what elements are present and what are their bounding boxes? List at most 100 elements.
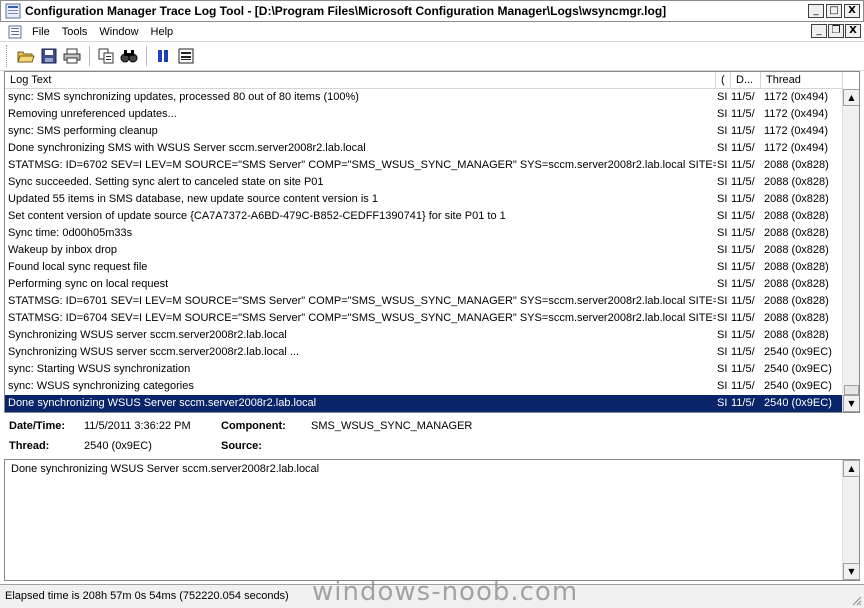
date-cell: 11/5/ <box>731 363 755 375</box>
component-cell: SI <box>717 295 728 307</box>
log-text-cell: sync: SMS performing cleanup <box>8 125 158 137</box>
mdi-restore-button[interactable]: ❐ <box>828 24 844 38</box>
log-row[interactable]: sync: SMS synchronizing updates, process… <box>5 89 843 106</box>
thread-cell: 2540 (0x9EC) <box>764 380 832 392</box>
column-component[interactable]: ( <box>716 72 731 89</box>
mdi-minimize-button[interactable]: _ <box>811 24 827 38</box>
column-thread[interactable]: Thread <box>761 72 843 89</box>
log-row[interactable]: Found local sync request file SI 11/5/2088… <box>5 259 843 276</box>
open-folder-icon <box>17 51 35 63</box>
close-button[interactable]: X <box>844 4 860 18</box>
log-text-cell: Set content version of update source {CA… <box>8 210 506 222</box>
component-cell: SI <box>717 261 728 273</box>
minimize-button[interactable]: _ <box>808 4 824 18</box>
log-text-cell: Performing sync on local request <box>8 278 169 290</box>
menu-tools[interactable]: Tools <box>56 26 94 38</box>
log-text-cell: Updated 55 items in SMS database, new up… <box>8 193 378 205</box>
log-row[interactable]: Updated 55 items in SMS database, new up… <box>5 191 843 208</box>
log-row[interactable]: Set content version of update source {CA… <box>5 208 843 225</box>
menu-help[interactable]: Help <box>145 26 180 38</box>
column-log-text[interactable]: Log Text <box>5 72 716 89</box>
print-button[interactable] <box>61 45 83 67</box>
date-cell: 11/5/ <box>731 329 755 341</box>
log-row-selected[interactable]: Done synchronizing WSUS Server sccm.serv… <box>5 395 843 412</box>
date-cell: 11/5/ <box>731 108 755 120</box>
thread-cell: 2088 (0x828) <box>764 159 829 171</box>
scroll-up-button[interactable]: ▲ <box>843 89 859 106</box>
log-text-cell: Wakeup by inbox drop <box>8 244 118 256</box>
find-button[interactable] <box>118 45 140 67</box>
log-row[interactable]: sync: Starting WSUS synchronization SI 11/… <box>5 361 843 378</box>
message-scroll-down-button[interactable]: ▼ <box>843 563 860 580</box>
component-cell: SI <box>717 278 728 290</box>
log-row[interactable]: Synchronizing WSUS server sccm.server200… <box>5 327 843 344</box>
log-text-cell: Synchronizing WSUS server sccm.server200… <box>8 329 287 341</box>
date-cell: 11/5/ <box>731 397 755 409</box>
datetime-label: Date/Time: <box>9 420 66 432</box>
open-button[interactable] <box>15 45 37 67</box>
message-textbox[interactable]: Done synchronizing WSUS Server sccm.serv… <box>4 459 860 581</box>
date-cell: 11/5/ <box>731 210 755 222</box>
menu-window[interactable]: Window <box>93 26 144 38</box>
log-row[interactable]: sync: WSUS synchronizing categories SI 11/… <box>5 378 843 395</box>
thread-cell: 2540 (0x9EC) <box>764 363 832 375</box>
app-icon <box>5 3 21 19</box>
log-row[interactable]: Removing unreferenced updates... SI 11/5/1… <box>5 106 843 123</box>
resize-grip-icon[interactable] <box>850 594 862 606</box>
log-list[interactable]: Log Text ( D... Thread sync: SMS synchro… <box>4 71 860 413</box>
scroll-thumb[interactable] <box>844 385 859 395</box>
highlight-button[interactable] <box>175 45 197 67</box>
menu-bar: File Tools Window Help _ ❐ X <box>0 22 864 41</box>
scroll-down-button[interactable]: ▼ <box>843 395 859 412</box>
thread-label: Thread: <box>9 440 50 452</box>
save-icon <box>41 48 57 64</box>
component-cell: SI <box>717 108 728 120</box>
component-cell: SI <box>717 193 728 205</box>
component-cell: SI <box>717 142 728 154</box>
log-row[interactable]: Done synchronizing SMS with WSUS Server … <box>5 140 843 157</box>
column-date[interactable]: D... <box>731 72 761 89</box>
log-text-cell: STATMSG: ID=6701 SEV=I LEV=M SOURCE="SMS… <box>8 295 716 307</box>
log-row[interactable]: Sync time: 0d00h05m33s SI 11/5/2088 (0x828… <box>5 225 843 242</box>
watermark: windows-noob.com <box>312 577 579 607</box>
log-scrollbar[interactable]: ▲ ▼ <box>842 89 859 412</box>
thread-cell: 1172 (0x494) <box>764 108 829 120</box>
thread-cell: 2088 (0x828) <box>764 329 829 341</box>
menu-file[interactable]: File <box>26 26 56 38</box>
save-button[interactable] <box>38 45 60 67</box>
date-cell: 11/5/ <box>731 227 755 239</box>
thread-cell: 2088 (0x828) <box>764 244 829 256</box>
component-cell: SI <box>717 176 728 188</box>
highlight-icon <box>178 48 194 64</box>
log-text-cell: sync: WSUS synchronizing categories <box>8 380 194 392</box>
date-cell: 11/5/ <box>731 142 755 154</box>
pause-button[interactable] <box>152 45 174 67</box>
copy-button[interactable] <box>95 45 117 67</box>
maximize-button[interactable]: □ <box>826 4 842 18</box>
date-cell: 11/5/ <box>731 193 755 205</box>
log-row[interactable]: Synchronizing WSUS server sccm.server200… <box>5 344 843 361</box>
thread-value: 2540 (0x9EC) <box>84 440 152 452</box>
mdi-close-button[interactable]: X <box>845 24 861 38</box>
log-row[interactable]: Wakeup by inbox drop SI 11/5/2088 (0x828) <box>5 242 843 259</box>
thread-cell: 1172 (0x494) <box>764 125 829 137</box>
date-cell: 11/5/ <box>731 380 755 392</box>
component-cell: SI <box>717 159 728 171</box>
log-list-body: sync: SMS synchronizing updates, process… <box>5 89 843 412</box>
log-row[interactable]: sync: SMS performing cleanup SI 11/5/1172 … <box>5 123 843 140</box>
log-row[interactable]: STATMSG: ID=6704 SEV=I LEV=M SOURCE="SMS… <box>5 310 843 327</box>
log-row[interactable]: Sync succeeded. Setting sync alert to ca… <box>5 174 843 191</box>
log-row[interactable]: STATMSG: ID=6701 SEV=I LEV=M SOURCE="SMS… <box>5 293 843 310</box>
date-cell: 11/5/ <box>731 295 755 307</box>
copy-icon <box>98 48 114 64</box>
toolbar-grip <box>6 45 9 67</box>
log-text-cell: sync: SMS synchronizing updates, process… <box>8 91 359 103</box>
log-row[interactable]: Performing sync on local request SI 11/5/2… <box>5 276 843 293</box>
message-scrollbar[interactable]: ▲ ▼ <box>842 460 860 580</box>
component-cell: SI <box>717 329 728 341</box>
date-cell: 11/5/ <box>731 244 755 256</box>
log-row[interactable]: STATMSG: ID=6702 SEV=I LEV=M SOURCE="SMS… <box>5 157 843 174</box>
thread-cell: 2088 (0x828) <box>764 312 829 324</box>
component-cell: SI <box>717 312 728 324</box>
message-scroll-up-button[interactable]: ▲ <box>843 460 860 477</box>
